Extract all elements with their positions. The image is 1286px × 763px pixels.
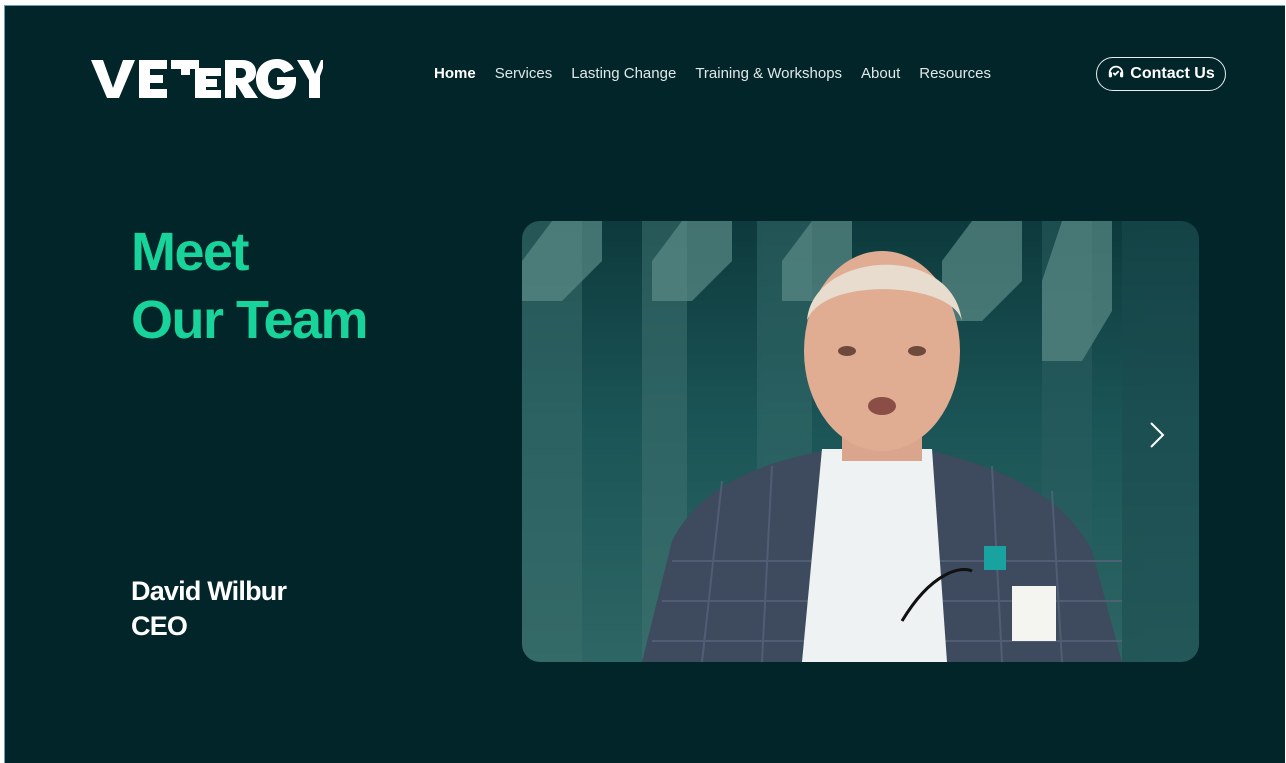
logo-wordmark bbox=[91, 59, 323, 99]
nav-home[interactable]: Home bbox=[434, 64, 476, 84]
team-member-photo bbox=[522, 221, 1199, 662]
page-frame: Home Services Lasting Change Training & … bbox=[4, 5, 1285, 763]
nav-lasting-change[interactable]: Lasting Change bbox=[571, 64, 676, 84]
nav-resources[interactable]: Resources bbox=[919, 64, 991, 84]
nav-about[interactable]: About bbox=[861, 64, 900, 84]
nav-training-workshops[interactable]: Training & Workshops bbox=[695, 64, 842, 84]
contact-us-label: Contact Us bbox=[1130, 65, 1215, 82]
person-name: David Wilbur bbox=[131, 576, 287, 606]
photo-illustration bbox=[522, 221, 1199, 662]
logo[interactable] bbox=[91, 54, 323, 113]
headset-icon bbox=[1107, 63, 1125, 86]
main-nav: Home Services Lasting Change Training & … bbox=[434, 64, 1010, 84]
page-title: Meet Our Team bbox=[131, 218, 369, 354]
person-caption: David Wilbur CEO bbox=[131, 574, 287, 644]
title-line-2: Our Team bbox=[131, 290, 369, 350]
chevron-right-icon bbox=[1150, 422, 1165, 448]
carousel-next-button[interactable] bbox=[1145, 420, 1169, 450]
title-line-1: Meet bbox=[131, 222, 250, 282]
nav-services[interactable]: Services bbox=[495, 64, 553, 84]
person-title: CEO bbox=[131, 611, 188, 641]
contact-us-button[interactable]: Contact Us bbox=[1096, 57, 1226, 91]
